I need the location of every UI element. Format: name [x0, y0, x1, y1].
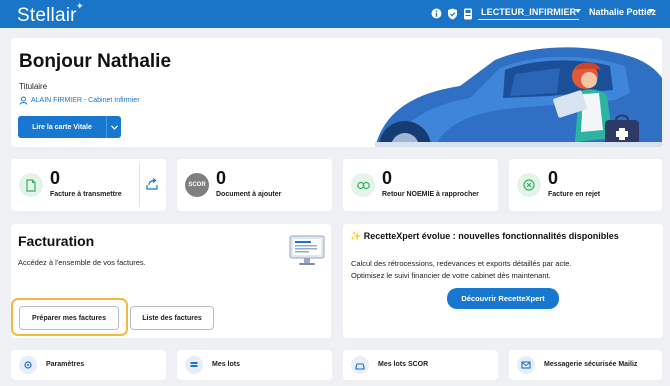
recettexpert-title: ✨ RecetteXpert évolue : nouvelles foncti…	[350, 231, 619, 241]
billing-title: Facturation	[18, 233, 95, 249]
nav-label: Messagerie sécurisée Mailiz	[544, 361, 638, 368]
chevron-down-icon	[575, 9, 581, 13]
document-icon	[19, 173, 43, 197]
page-title: Bonjour Nathalie	[19, 51, 172, 72]
divider	[139, 163, 140, 207]
shield-icon[interactable]	[447, 8, 458, 19]
read-vitale-dropdown[interactable]	[106, 116, 121, 138]
stat-card-rejected-invoices[interactable]: 0 Facture en rejet	[509, 159, 662, 211]
nurse-icon	[19, 96, 28, 105]
chevron-down-icon	[648, 9, 654, 13]
stat-value: 0	[216, 168, 227, 188]
read-vitale-split-button: Lire la carte Vitale	[18, 116, 121, 138]
chevron-down-icon	[110, 124, 118, 130]
recettexpert-line-1: Calcul des rétrocessions, redevances et …	[351, 259, 572, 268]
top-bar: Stellair ✦ LECTEUR_INFIRMIER Nathalie Po…	[0, 0, 670, 28]
sparkle-icon: ✦	[75, 1, 84, 11]
export-icon[interactable]	[145, 177, 159, 191]
billing-card: Facturation Accédez à l'ensemble de vos …	[11, 224, 331, 338]
stat-card-documents-to-add[interactable]: SCOR 0 Document à ajouter	[177, 159, 332, 211]
nav-label: Mes lots	[212, 361, 241, 368]
cabinet-name: ALAIN FIRMIER - Cabinet Infirmier	[31, 97, 140, 104]
stat-label: Facture en rejet	[548, 191, 601, 198]
stat-label: Retour NOEMIE à rapprocher	[382, 191, 479, 198]
nurse-car-illustration	[375, 47, 662, 147]
invoice-list-button[interactable]: Liste des factures	[130, 306, 214, 330]
link-icon	[351, 173, 375, 197]
logo-text: Stellair	[17, 5, 77, 26]
nav-label: Paramètres	[46, 361, 85, 368]
stat-card-invoices-to-send[interactable]: 0 Facture à transmettre	[11, 159, 166, 211]
stellair-logo[interactable]: Stellair ✦	[17, 1, 83, 27]
user-menu-label: Nathalie Pottiez	[589, 7, 657, 17]
monitor-illustration	[289, 235, 325, 265]
welcome-card: Bonjour Nathalie Titulaire ALAIN FIRMIER…	[11, 38, 662, 147]
recettexpert-line-2: Optimisez le suivi financier de votre ca…	[351, 271, 551, 280]
role-select-underline	[478, 19, 579, 20]
stat-label: Facture à transmettre	[50, 191, 122, 198]
user-role: Titulaire	[19, 82, 48, 91]
nav-card-scor-batches[interactable]: Mes lots SCOR	[343, 350, 498, 380]
role-select-value: LECTEUR_INFIRMIER	[481, 7, 577, 17]
stat-value: 0	[548, 168, 559, 188]
read-vitale-button[interactable]: Lire la carte Vitale	[18, 116, 106, 138]
cabinet-link[interactable]: ALAIN FIRMIER - Cabinet Infirmier	[19, 96, 140, 105]
discover-recettexpert-button[interactable]: Découvrir RecetteXpert	[447, 288, 559, 309]
stat-label: Document à ajouter	[216, 191, 282, 198]
mail-icon	[517, 356, 535, 374]
scor-icon-text: SCOR	[188, 182, 206, 188]
nav-card-settings[interactable]: Paramètres	[11, 350, 166, 380]
nav-card-my-batches[interactable]: Mes lots	[177, 350, 332, 380]
billing-subtitle: Accédez à l'ensemble de vos factures.	[18, 258, 146, 267]
prepare-invoices-button[interactable]: Préparer mes factures	[19, 306, 119, 330]
gear-icon	[19, 356, 37, 374]
stat-card-noemie-returns[interactable]: 0 Retour NOEMIE à rapprocher	[343, 159, 498, 211]
reject-icon	[517, 173, 541, 197]
card-reader-icon[interactable]	[462, 8, 473, 19]
scor-icon: SCOR	[185, 173, 209, 197]
nav-card-secure-mail[interactable]: Messagerie sécurisée Mailiz	[509, 350, 662, 380]
stat-value: 0	[382, 168, 393, 188]
car-icon	[351, 356, 369, 374]
recettexpert-card: ✨ RecetteXpert évolue : nouvelles foncti…	[343, 224, 663, 338]
info-icon[interactable]	[431, 8, 442, 19]
stack-icon	[185, 356, 203, 374]
nav-label: Mes lots SCOR	[378, 361, 429, 368]
stat-value: 0	[50, 168, 61, 188]
